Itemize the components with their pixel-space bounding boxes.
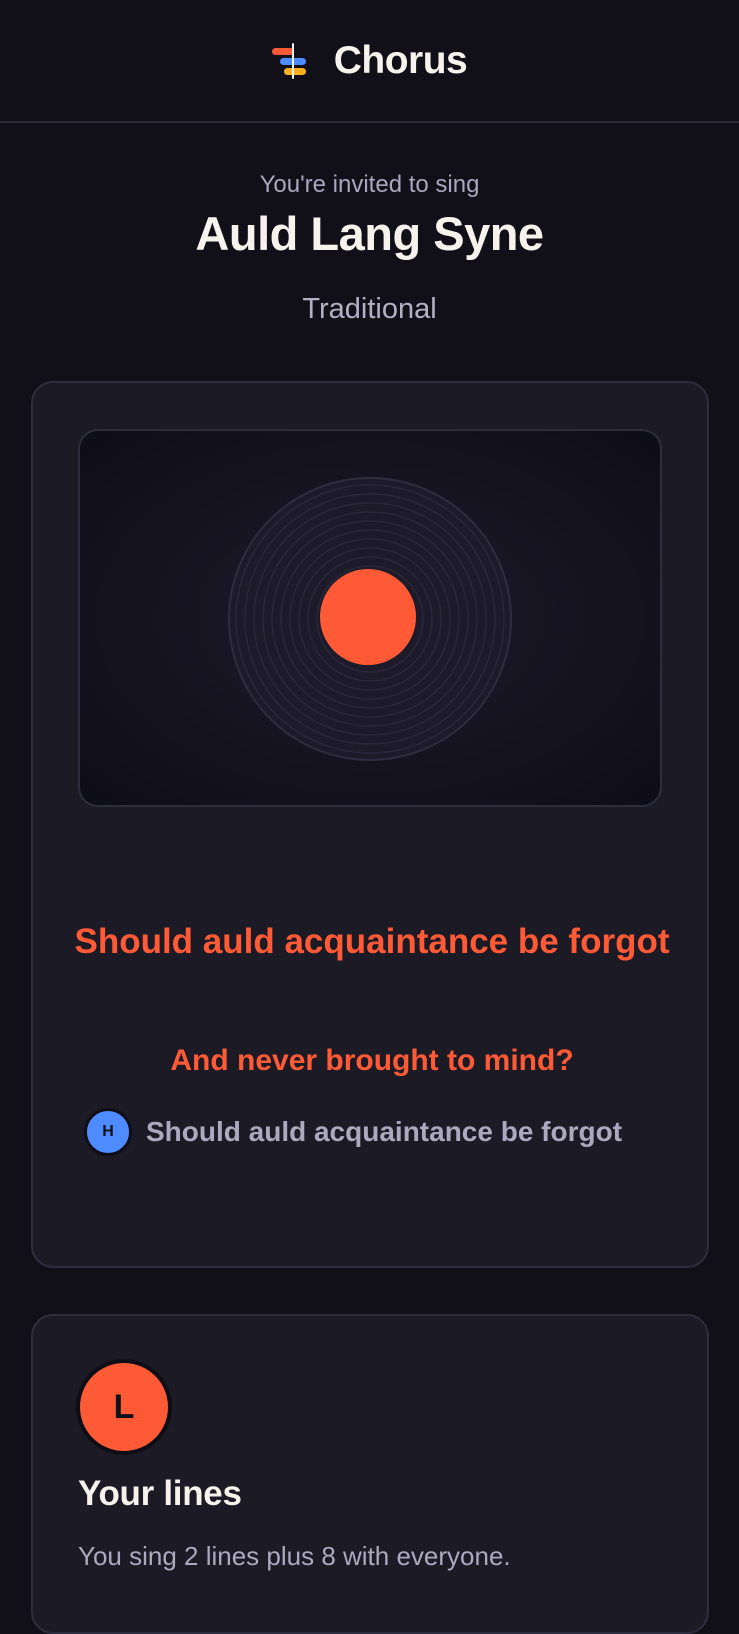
next-lyric: And never brought to mind? — [170, 1044, 574, 1077]
app-header: Chorus — [0, 0, 739, 123]
other-singer-line: H Should auld acquaintance be forgot — [84, 1108, 622, 1156]
chorus-logo-icon — [271, 42, 308, 79]
your-lines-description: You sing 2 lines plus 8 with everyone. — [78, 1541, 511, 1571]
song-title: Auld Lang Syne — [195, 207, 544, 260]
avatar: L — [76, 1359, 172, 1455]
current-lyric: Should auld acquaintance be forgot — [74, 922, 670, 961]
song-artist: Traditional — [302, 293, 437, 325]
invite-prompt: You're invited to sing — [259, 171, 480, 198]
brand-name: Chorus — [333, 38, 468, 82]
your-lines-title: Your lines — [78, 1474, 242, 1513]
your-lines-card: L Your lines You sing 2 lines plus 8 wit… — [31, 1314, 709, 1634]
artwork-stage — [78, 429, 662, 807]
player-card: Should auld acquaintance be forgot And n… — [31, 381, 709, 1268]
other-singer-lyric: Should auld acquaintance be forgot — [146, 1116, 623, 1147]
avatar: H — [84, 1108, 132, 1156]
record-label — [320, 569, 416, 665]
